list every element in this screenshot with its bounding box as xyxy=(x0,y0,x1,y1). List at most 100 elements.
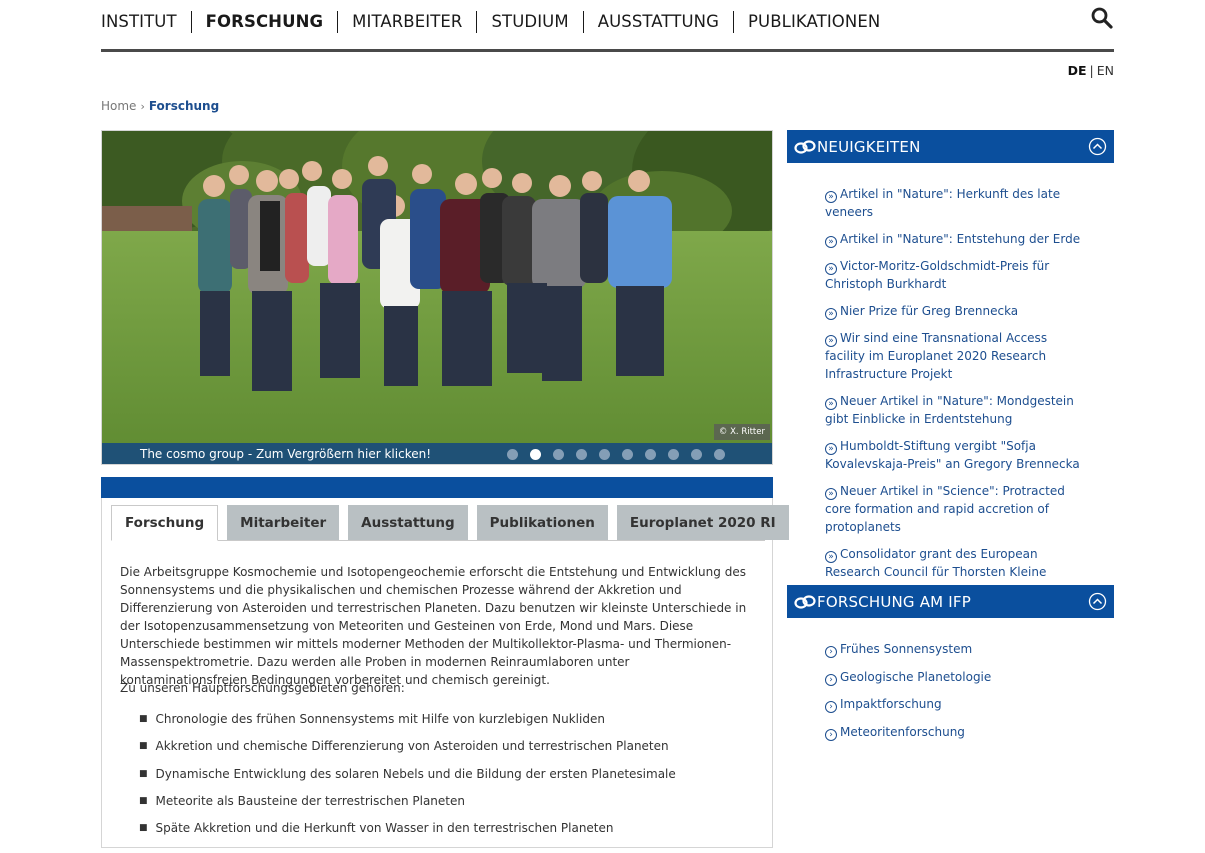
arrow-circle-icon: › xyxy=(825,701,837,713)
arrow-circle-icon: » xyxy=(825,236,837,248)
collapse-toggle-icon[interactable] xyxy=(1088,592,1107,611)
news-box-header[interactable]: NEUIGKEITEN xyxy=(787,130,1114,163)
arrow-circle-icon: » xyxy=(825,191,837,203)
arrow-circle-icon: » xyxy=(825,551,837,563)
news-link-text[interactable]: Humboldt-Stiftung vergibt "Sofja Kovalev… xyxy=(825,439,1080,471)
list-item-text: Dynamische Entwicklung des solaren Nebel… xyxy=(155,766,676,781)
breadcrumb: Home › Forschung xyxy=(101,99,219,113)
list-item-text: Späte Akkretion und die Herkunft von Was… xyxy=(155,821,614,836)
slider-dot-3[interactable] xyxy=(553,449,564,460)
slider-dot-4[interactable] xyxy=(576,449,587,460)
news-link-text[interactable]: Victor-Moritz-Goldschmidt-Preis für Chri… xyxy=(825,259,1049,291)
search-icon[interactable] xyxy=(1090,6,1114,30)
research-box-header[interactable]: FORSCHUNG AM IFP xyxy=(787,585,1114,618)
nav-item-studium[interactable]: STUDIUM xyxy=(476,11,582,33)
news-link[interactable]: » Neuer Artikel in "Nature": Mondgestein … xyxy=(825,392,1085,428)
research-link[interactable]: › Impaktforschung xyxy=(825,695,1085,713)
slider-dot-1[interactable] xyxy=(507,449,518,460)
research-link[interactable]: › Meteoritenforschung xyxy=(825,723,1085,741)
slider-dot-9[interactable] xyxy=(691,449,702,460)
link-chain-icon xyxy=(794,594,816,609)
lang-separator: | xyxy=(1089,63,1094,78)
news-link-text[interactable]: Neuer Artikel in "Science": Protracted c… xyxy=(825,484,1065,534)
slider-dot-2[interactable] xyxy=(530,449,541,460)
research-link-text[interactable]: Geologische Planetologie xyxy=(840,670,991,684)
research-link-text[interactable]: Frühes Sonnensystem xyxy=(840,642,972,656)
collapse-toggle-icon[interactable] xyxy=(1088,137,1107,156)
list-item: ■ Späte Akkretion und die Herkunft von Wa… xyxy=(139,821,676,848)
group-photo[interactable] xyxy=(102,131,773,465)
news-link-text[interactable]: Neuer Artikel in "Nature": Mondgestein g… xyxy=(825,394,1074,426)
arrow-circle-icon: » xyxy=(825,443,837,455)
tab-europlanet[interactable]: Europlanet 2020 RI xyxy=(616,505,789,540)
nav-item-forschung[interactable]: FORSCHUNG xyxy=(190,11,337,33)
bullet-icon: ■ xyxy=(139,768,148,779)
photo-copyright: © X. Ritter xyxy=(713,424,770,440)
tab-mitarbeiter[interactable]: Mitarbeiter xyxy=(227,505,340,540)
bullet-icon: ■ xyxy=(139,714,148,724)
intro-paragraph: Die Arbeitsgruppe Kosmochemie und Isotop… xyxy=(120,565,747,687)
news-link[interactable]: » Wir sind eine Transnational Access faci… xyxy=(825,329,1085,383)
slider-dot-5[interactable] xyxy=(599,449,610,460)
breadcrumb-separator: › xyxy=(140,99,145,113)
nav-item-publikationen[interactable]: PUBLIKATIONEN xyxy=(733,11,894,33)
lang-de-link[interactable]: DE xyxy=(1068,63,1087,78)
list-item-text: Meteorite als Bausteine der terrestrisch… xyxy=(155,793,465,808)
image-slider[interactable]: © X. Ritter The cosmo group - Zum Vergrö… xyxy=(101,130,773,465)
news-link-text[interactable]: Consolidator grant des European Research… xyxy=(825,547,1046,579)
nav-item-ausstattung[interactable]: AUSSTATTUNG xyxy=(582,11,733,33)
news-link[interactable]: » Consolidator grant des European Researc… xyxy=(825,545,1085,581)
slider-pagination xyxy=(507,449,725,460)
research-areas-list: ■ Chronologie des frühen Sonnensystems mi… xyxy=(139,712,676,848)
breadcrumb-current: Forschung xyxy=(148,99,220,113)
tab-forschung[interactable]: Forschung xyxy=(111,505,219,541)
research-link[interactable]: › Frühes Sonnensystem xyxy=(825,640,1085,658)
bullet-icon: ■ xyxy=(139,795,148,806)
tab-publikationen[interactable]: Publikationen xyxy=(476,505,608,540)
news-link[interactable]: » Artikel in "Nature": Entstehung der Erd… xyxy=(825,230,1085,248)
slider-caption-bar[interactable]: The cosmo group - Zum Vergrößern hier kl… xyxy=(102,443,772,464)
list-item: ■ Akkretion und chemische Differenzierung… xyxy=(139,739,676,766)
research-link[interactable]: › Geologische Planetologie xyxy=(825,668,1085,686)
arrow-circle-icon: » xyxy=(825,263,837,275)
slider-dot-6[interactable] xyxy=(622,449,633,460)
news-link[interactable]: » Victor-Moritz-Goldschmidt-Preis für Chr… xyxy=(825,257,1085,293)
nav-item-mitarbeiter[interactable]: MITARBEITER xyxy=(337,11,476,33)
arrow-circle-icon: » xyxy=(825,398,837,410)
nav-list: INSTITUT FORSCHUNG MITARBEITER STUDIUM A… xyxy=(101,10,894,34)
news-link[interactable]: » Artikel in "Nature": Herkunft des late … xyxy=(825,185,1085,221)
slider-dot-10[interactable] xyxy=(714,449,725,460)
lang-en-link[interactable]: EN xyxy=(1097,63,1114,78)
news-link[interactable]: » Neuer Artikel in "Science": Protracted … xyxy=(825,482,1085,536)
arrow-circle-icon: » xyxy=(825,488,837,500)
news-link-text[interactable]: Artikel in "Nature": Entstehung der Erde xyxy=(840,232,1080,246)
news-link-text[interactable]: Nier Prize für Greg Brennecka xyxy=(840,304,1018,318)
slider-caption[interactable]: The cosmo group - Zum Vergrößern hier kl… xyxy=(140,447,431,461)
research-box-title: FORSCHUNG AM IFP xyxy=(817,592,971,611)
language-switcher: DE | EN xyxy=(1068,63,1114,78)
list-item-text: Akkretion und chemische Differenzierung … xyxy=(155,739,669,754)
arrow-circle-icon: › xyxy=(825,728,837,741)
research-links-list: › Frühes Sonnensystem › Geologische Planet… xyxy=(825,640,1085,741)
news-list: » Artikel in "Nature": Herkunft des late … xyxy=(825,185,1085,581)
nav-item-institut[interactable]: INSTITUT xyxy=(101,11,191,33)
slider-dot-8[interactable] xyxy=(668,449,679,460)
news-link-text[interactable]: Artikel in "Nature": Herkunft des late v… xyxy=(825,187,1060,219)
news-link[interactable]: » Nier Prize für Greg Brennecka xyxy=(825,302,1085,320)
list-item: ■ Meteorite als Bausteine der terrestrisc… xyxy=(139,794,676,821)
tab-bar: Forschung Mitarbeiter Ausstattung Publik… xyxy=(111,505,789,541)
news-box-title: NEUIGKEITEN xyxy=(817,137,921,156)
research-link-text[interactable]: Impaktforschung xyxy=(840,697,942,711)
breadcrumb-home[interactable]: Home xyxy=(101,99,136,113)
bullet-icon: ■ xyxy=(139,823,148,834)
slider-dot-7[interactable] xyxy=(645,449,656,460)
arrow-circle-icon: › xyxy=(825,673,837,686)
tab-ausstattung[interactable]: Ausstattung xyxy=(348,505,468,540)
research-link-text[interactable]: Meteoritenforschung xyxy=(840,725,965,739)
news-link-text[interactable]: Wir sind eine Transnational Access facil… xyxy=(825,331,1047,381)
news-link[interactable]: » Humboldt-Stiftung vergibt "Sofja Kovale… xyxy=(825,437,1085,473)
arrow-circle-icon: » xyxy=(825,335,837,347)
arrow-circle-icon: › xyxy=(825,646,837,658)
main-navigation: INSTITUT FORSCHUNG MITARBEITER STUDIUM A… xyxy=(101,0,1114,52)
list-item-text: Chronologie des frühen Sonnensystems mit… xyxy=(155,712,605,726)
